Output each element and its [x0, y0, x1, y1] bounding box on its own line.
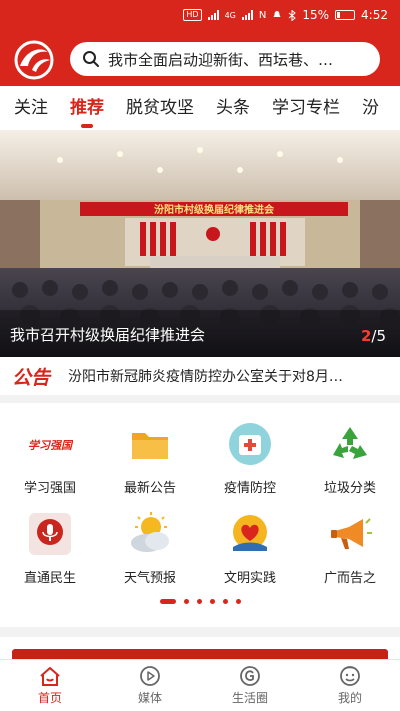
header: 我市全面启动迎新街、西坛巷、… [0, 38, 400, 82]
service-weather[interactable]: 天气预报 [100, 511, 200, 586]
service-label: 学习强国 [23, 481, 76, 496]
network-type: 4G [224, 10, 236, 20]
category-tabs: 关注 推荐 脱贫攻坚 头条 学习专栏 汾 [0, 86, 400, 130]
clock: 4:52 [361, 8, 388, 22]
microphone-icon [29, 513, 71, 555]
battery-percent: 15% [302, 8, 330, 22]
service-label: 直通民生 [23, 571, 76, 586]
services-grid: 学习强国 学习强国 最新公告 疫情防控 垃圾分类 直通民生 天气预报 文明实践 … [0, 403, 400, 627]
service-label: 最新公告 [123, 481, 176, 496]
medical-kit-icon [229, 423, 271, 465]
service-civilization[interactable]: 文明实践 [200, 511, 300, 586]
signal-icon-2 [241, 10, 253, 20]
app-screen: HD 4G N 15% 4:52 我市全面启动迎新街、西坛巷、… 关注 推荐 脱… [0, 0, 400, 711]
stage-banner-text: 汾阳市村级换届纪律推进会 [154, 203, 274, 216]
pager-dot[interactable] [235, 599, 241, 604]
divider [0, 627, 400, 637]
xuexi-qiangguo-icon: 学习强国 [28, 439, 73, 452]
bell-off-icon [273, 11, 281, 17]
profile-icon [340, 666, 360, 686]
service-label: 文明实践 [223, 571, 276, 586]
bottom-nav: 首页 媒体 生活圈 我的 [0, 659, 400, 711]
tab-fenyang[interactable]: 汾 [351, 86, 390, 130]
search-bar[interactable]: 我市全面启动迎新街、西坛巷、… [70, 42, 380, 76]
play-icon [140, 666, 160, 686]
tab-follow[interactable]: 关注 [0, 86, 59, 130]
pager-dot[interactable] [159, 599, 176, 604]
pager-dot[interactable] [196, 599, 202, 604]
service-livelihood[interactable]: 直通民生 [0, 511, 100, 586]
signal-icon [207, 10, 219, 20]
folder-icon [132, 433, 168, 459]
megaphone-icon [331, 518, 372, 549]
banner-counter: 2/5 [361, 327, 386, 345]
nav-label: 媒体 [137, 691, 162, 705]
banner-total: /5 [371, 327, 386, 345]
service-garbage[interactable]: 垃圾分类 [300, 421, 400, 496]
services-pager [0, 599, 400, 604]
nav-home[interactable]: 首页 [0, 660, 100, 711]
tab-headlines[interactable]: 头条 [205, 86, 261, 130]
service-label: 垃圾分类 [323, 481, 376, 496]
service-epidemic[interactable]: 疫情防控 [200, 421, 300, 496]
nfc-icon: N [258, 9, 267, 21]
nav-label: 首页 [37, 691, 62, 705]
search-text: 我市全面启动迎新街、西坛巷、… [108, 50, 334, 69]
xuexi-logo-text: 学习强国 [28, 439, 73, 452]
tab-poverty[interactable]: 脱贫攻坚 [115, 86, 205, 130]
home-icon [40, 667, 60, 686]
notice-text: 汾阳市新冠肺炎疫情防控办公室关于对8月… [68, 369, 343, 385]
app-logo-icon[interactable] [14, 40, 54, 80]
banner-photo: 汾阳市村级换届纪律推进会 [0, 130, 400, 357]
divider [0, 395, 400, 403]
nav-label: 生活圈 [231, 691, 268, 705]
pager-dot[interactable] [222, 599, 228, 604]
service-label: 疫情防控 [223, 481, 276, 496]
service-label: 天气预报 [123, 571, 176, 586]
nav-media[interactable]: 媒体 [100, 660, 200, 711]
life-circle-icon [240, 666, 260, 686]
notice-bar[interactable]: 公告 汾阳市新冠肺炎疫情防控办公室关于对8月… [0, 357, 400, 395]
service-label: 广而告之 [323, 571, 376, 586]
service-announce[interactable]: 广而告之 [300, 511, 400, 586]
service-xuexi[interactable]: 学习强国 学习强国 [0, 421, 100, 496]
nav-label: 我的 [337, 691, 362, 705]
hd-badge: HD [183, 9, 202, 21]
weather-icon [131, 512, 169, 552]
nav-life[interactable]: 生活圈 [200, 660, 300, 711]
search-icon [83, 51, 99, 67]
battery-icon [335, 10, 356, 20]
news-carousel[interactable]: 汾阳市村级换届纪律推进会 我市召开村级换届纪律推进会 2/5 [0, 130, 400, 357]
banner-caption: 我市召开村级换届纪律推进会 [10, 326, 206, 344]
tab-study[interactable]: 学习专栏 [261, 86, 351, 130]
status-bar: HD 4G N 15% 4:52 [0, 0, 400, 32]
notice-tag: 公告 [12, 366, 51, 389]
top-bar: HD 4G N 15% 4:52 我市全面启动迎新街、西坛巷、… [0, 0, 400, 86]
pager-dot[interactable] [183, 599, 189, 604]
recycle-icon [333, 427, 367, 459]
heart-hands-icon [233, 515, 267, 551]
pager-dot[interactable] [209, 599, 215, 604]
nav-profile[interactable]: 我的 [300, 660, 400, 711]
service-latest-notice[interactable]: 最新公告 [100, 421, 200, 496]
tab-recommended[interactable]: 推荐 [59, 86, 115, 130]
bluetooth-icon [289, 9, 297, 21]
banner-current: 2 [360, 327, 372, 345]
